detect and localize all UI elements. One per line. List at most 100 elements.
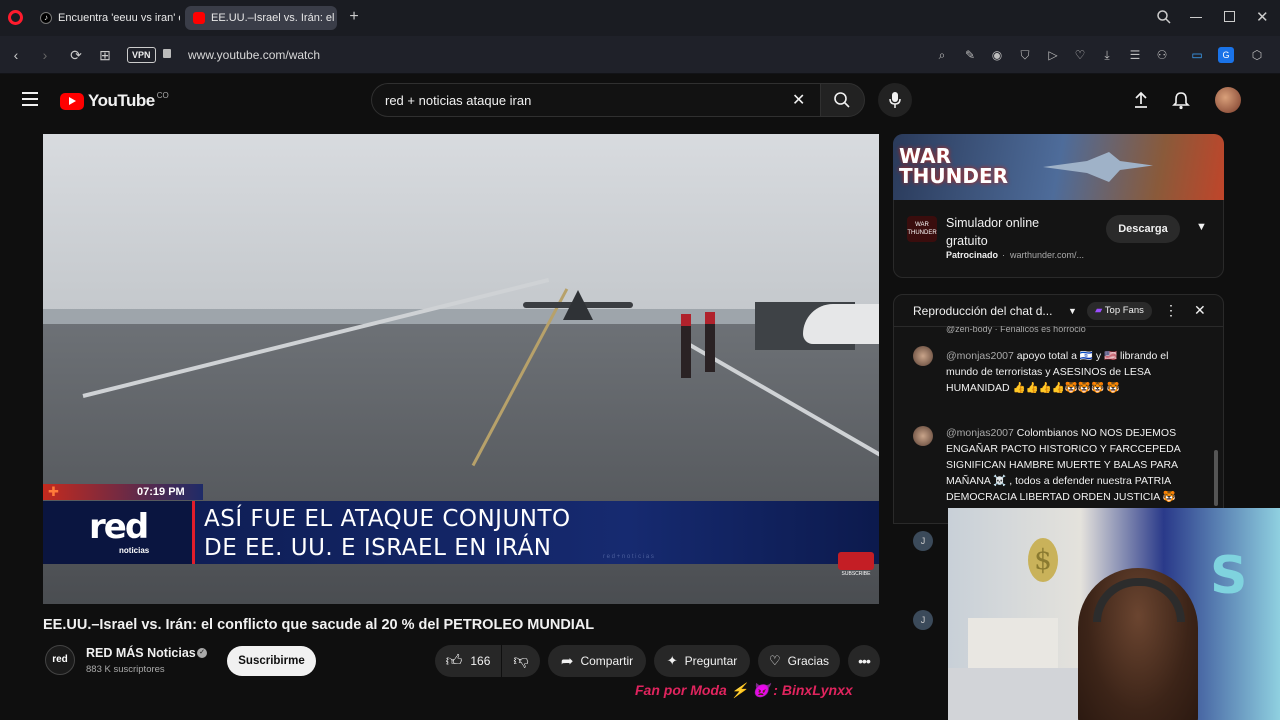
hamburger-menu-icon[interactable] <box>22 92 38 106</box>
restore-button[interactable] <box>1224 11 1235 22</box>
tab-search-icon[interactable] <box>1156 9 1172 25</box>
sky <box>43 134 879 314</box>
tabs-grid-icon[interactable]: ⊞ <box>96 46 114 64</box>
streamer-overlay-text: Fan por Moda ⚡ 👿 : BinxLynxx <box>635 682 853 698</box>
edit-icon[interactable]: ✎ <box>962 47 978 63</box>
channel-avatar[interactable]: red <box>45 645 75 675</box>
parked-jet <box>803 304 879 344</box>
clear-search-icon[interactable]: ✕ <box>792 90 805 110</box>
share-label: Compartir <box>580 654 634 668</box>
chat-avatar[interactable] <box>913 426 933 446</box>
tab-title: EE.UU.–Israel vs. Irán: el co <box>211 12 337 24</box>
account-avatar[interactable] <box>1215 87 1241 113</box>
like-count: 166 <box>470 654 491 668</box>
ad-dot-separator: · <box>1002 250 1005 260</box>
youtube-play-logo-icon <box>60 92 84 110</box>
ad-banner[interactable]: WAR THUNDER <box>893 134 1224 200</box>
reload-icon[interactable]: ⟳ <box>67 46 85 64</box>
upload-icon[interactable] <box>1132 91 1150 114</box>
profile-icon[interactable]: ⚇ <box>1154 47 1170 63</box>
search-input[interactable]: red + noticias ataque iran <box>385 93 531 108</box>
ad-title[interactable]: Simulador online gratuito <box>946 214 1066 250</box>
top-fans-badge[interactable]: ▰ Top Fans <box>1087 302 1152 320</box>
notifications-bell-icon[interactable] <box>1172 91 1190 115</box>
extension-blue-icon[interactable]: ▭ <box>1189 47 1205 63</box>
find-icon[interactable]: ⌕ <box>934 47 950 63</box>
vpn-badge[interactable]: VPN <box>127 47 156 63</box>
youtube-logo[interactable]: YouTube CO <box>60 91 169 111</box>
chat-more-options-icon[interactable]: ⋮ <box>1164 302 1178 319</box>
tab-youtube-active[interactable]: EE.UU.–Israel vs. Irán: el co <box>185 6 337 30</box>
download-icon[interactable]: ⤓ <box>1099 47 1115 63</box>
bed <box>948 668 1078 720</box>
cube-icon[interactable]: ⬡ <box>1249 47 1265 63</box>
video-player[interactable]: ✚ 07:19 PM red noticias ASÍ FUE EL ATAQU… <box>43 134 879 604</box>
tab-search[interactable]: ♪ Encuentra 'eeuu vs iran' en <box>32 6 180 30</box>
balloon-dollar: $ <box>1028 538 1058 582</box>
chat-username[interactable]: @monjas2007 <box>946 350 1014 362</box>
chat-avatar-initial[interactable]: J <box>913 610 933 630</box>
search-button[interactable] <box>820 83 865 117</box>
browser-tab-bar: ♪ Encuentra 'eeuu vs iran' en EE.UU.–Isr… <box>0 0 1280 36</box>
thumbs-down-icon: 👎︎ <box>513 652 529 669</box>
thanks-heart-icon: ♡ <box>769 653 781 668</box>
chat-message: @monjas2007 apoyo total a 🇮🇱 y 🇺🇸 libran… <box>946 348 1186 396</box>
forward-arrow-icon[interactable]: › <box>36 46 54 64</box>
translate-icon[interactable]: G <box>1218 47 1234 63</box>
menu-lines-icon[interactable]: ☰ <box>1127 47 1143 63</box>
dislike-button[interactable]: 👎︎ <box>502 645 540 677</box>
like-button[interactable]: 👍︎ 166 <box>435 645 501 677</box>
webcam-overlay: $ S <box>948 508 1280 720</box>
share-button[interactable]: ➦ Compartir <box>548 645 646 677</box>
channel-logo-sub: noticias <box>119 546 150 555</box>
chat-scrollbar[interactable] <box>1214 450 1218 506</box>
subscribe-button[interactable]: Suscribirme <box>227 646 316 676</box>
lock-icon <box>163 49 171 58</box>
ad-logo: WAR THUNDER <box>907 216 937 242</box>
sparkle-icon: ✦ <box>666 653 678 668</box>
camera-icon[interactable]: ◉ <box>989 47 1005 63</box>
heart-icon[interactable]: ♡ <box>1072 47 1088 63</box>
chat-header-title[interactable]: Reproducción del chat d... <box>913 304 1052 318</box>
channel-name[interactable]: RED MÁS Noticias <box>86 646 196 660</box>
verified-icon: ✓ <box>197 648 207 658</box>
shield-icon[interactable]: ⛉ <box>1017 47 1033 63</box>
news-ticker: r e d + n o t i c i a s <box>603 554 654 560</box>
chat-avatar[interactable] <box>913 346 933 366</box>
chat-message: @monjas2007 Colombianos NO NOS DEJEMOS E… <box>946 425 1186 505</box>
jet-graphic <box>1043 152 1153 182</box>
search-icon <box>834 92 850 108</box>
thanks-button[interactable]: ♡ Gracias <box>758 645 840 677</box>
play-icon[interactable]: ▷ <box>1045 47 1061 63</box>
more-actions-button[interactable]: ••• <box>848 645 880 677</box>
new-tab-button[interactable]: + <box>346 9 362 25</box>
thumbs-up-icon: 👍︎ <box>445 652 463 670</box>
tab-title: Encuentra 'eeuu vs iran' en <box>58 12 180 24</box>
url-field[interactable]: www.youtube.com/watch <box>188 48 320 62</box>
thanks-label: Gracias <box>787 654 829 668</box>
top-fans-icon: ▰ <box>1095 305 1103 316</box>
ad-expand-chevron-icon[interactable]: ▼ <box>1196 221 1207 233</box>
back-arrow-icon[interactable]: ‹ <box>7 46 25 64</box>
ask-button[interactable]: ✦ Preguntar <box>654 645 750 677</box>
mini-subscribe-text: SUBSCRIBE <box>841 571 871 577</box>
share-arrow-icon: ➦ <box>560 653 574 670</box>
ask-label: Preguntar <box>684 654 738 668</box>
chat-dropdown-chevron-icon[interactable]: ▼ <box>1068 306 1077 316</box>
balloon-letter: S <box>1210 546 1248 606</box>
microphone-icon <box>889 92 901 108</box>
country-code: CO <box>156 90 169 100</box>
subscriber-count: 883 K suscriptores <box>86 664 165 675</box>
chat-username[interactable]: @monjas2007 <box>946 427 1014 439</box>
opera-logo-icon[interactable] <box>8 10 23 25</box>
ad-sponsored-label: Patrocinado <box>946 250 999 260</box>
ad-banner-title: WAR THUNDER <box>899 144 1009 188</box>
chat-avatar-initial[interactable]: J <box>913 531 933 551</box>
close-window-button[interactable]: ✕ <box>1256 8 1269 26</box>
voice-search-button[interactable] <box>878 83 912 117</box>
chat-close-icon[interactable]: ✕ <box>1194 302 1206 319</box>
crew-figure-1 <box>681 314 691 378</box>
minimize-button[interactable] <box>1190 17 1202 18</box>
youtube-favicon-icon <box>193 12 205 24</box>
ad-download-button[interactable]: Descarga <box>1106 215 1180 243</box>
